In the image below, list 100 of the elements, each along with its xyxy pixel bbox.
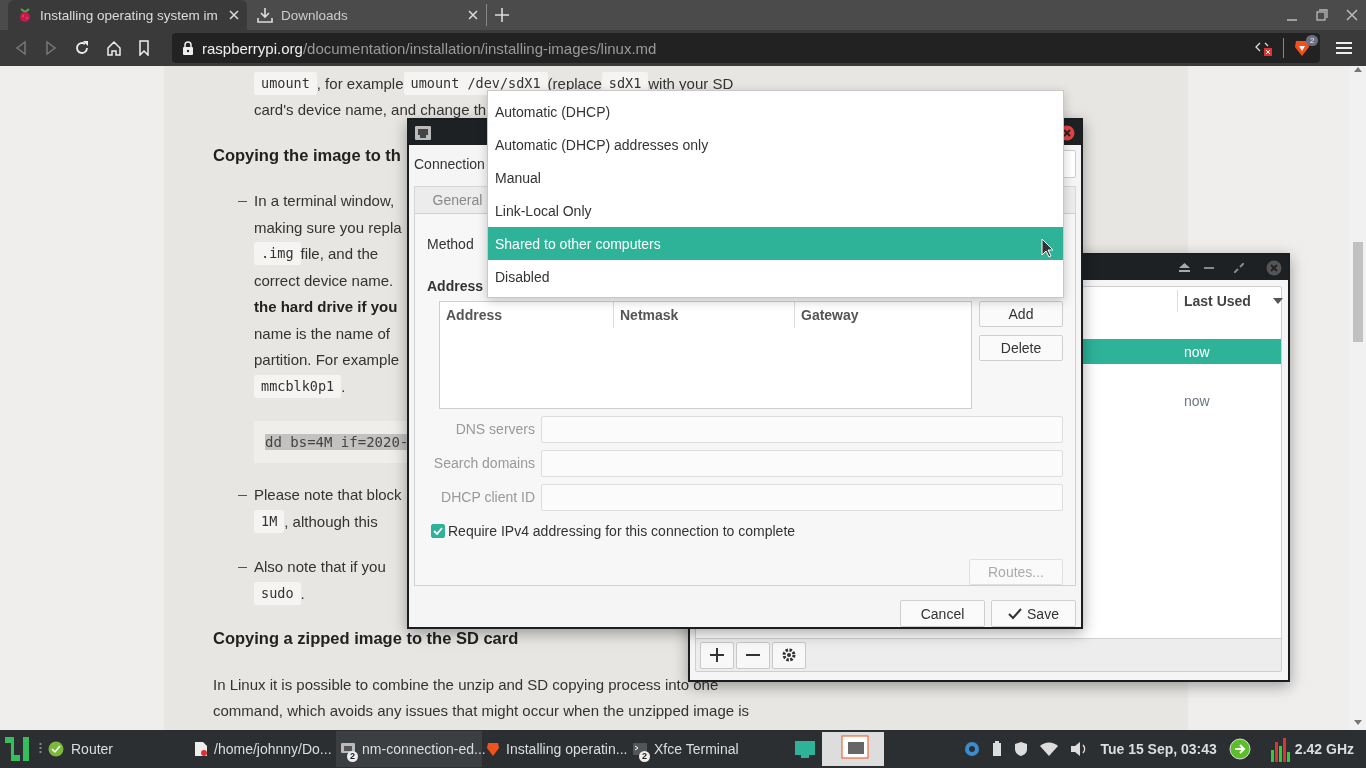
mouse-pointer-icon (1041, 238, 1054, 258)
battery-icon[interactable] (992, 741, 1003, 757)
bullet-dash (238, 494, 247, 496)
back-icon[interactable] (14, 40, 28, 56)
scroll-thumb[interactable] (1353, 242, 1363, 342)
task-label: Xfce Terminal (654, 741, 739, 757)
code-blocked-icon[interactable] (1255, 40, 1273, 56)
input-field[interactable] (541, 449, 1063, 477)
scroll-down-icon (1354, 720, 1362, 726)
cancel-button[interactable]: Cancel (900, 600, 985, 627)
update-icon[interactable] (1228, 738, 1251, 760)
download-icon (257, 7, 273, 23)
maximize-icon[interactable] (1234, 262, 1244, 273)
raspberry-icon (18, 7, 32, 23)
column-header[interactable]: Last Used (1177, 290, 1281, 312)
bullet-dash (238, 200, 247, 202)
last-used-cell-text: now (1183, 391, 1211, 411)
inline-code: sudo (254, 581, 301, 605)
tab-title: Installing operating system im (40, 7, 219, 23)
checkbox-label: Require IPv4 addressing for this connection to complete (448, 523, 796, 540)
ethernet-icon (415, 125, 431, 140)
field-label: Connection (414, 156, 485, 172)
bullet-dash (238, 566, 247, 568)
body-text: name is the name of (254, 324, 390, 342)
menu-item[interactable]: Disabled (488, 260, 1063, 293)
menu-icon[interactable] (1336, 41, 1352, 55)
shields-badge: 2 (1306, 35, 1319, 46)
table-button[interactable]: Delete (979, 334, 1063, 361)
clock[interactable]: Tue 15 Sep, 03:43 (1100, 741, 1217, 757)
task-label: nm-connection-ed... (362, 741, 486, 757)
body-text: Please note that block (254, 486, 402, 504)
taskbar-item[interactable]: 2 Xfce Terminal (628, 731, 775, 767)
tab-title: Downloads (281, 7, 349, 23)
body-text: correct device name. (254, 271, 394, 289)
save-button[interactable]: Save (991, 600, 1076, 627)
bold-text: the hard drive if you (254, 298, 398, 316)
sort-arrow-icon (1272, 298, 1283, 304)
body-text: Also note that if you (254, 558, 386, 576)
close-icon[interactable] (468, 10, 478, 20)
column-header: Netmask (613, 301, 794, 328)
body-text: command, which avoids any issues that might occur when the unzipped image is (213, 702, 750, 720)
maximize-icon[interactable] (1316, 9, 1328, 21)
body-text: file, and the (300, 245, 379, 263)
input-field[interactable] (541, 415, 1063, 443)
gear-icon (782, 648, 796, 662)
column-header: Address (445, 305, 504, 325)
task-label: Installing operatin... (506, 741, 628, 757)
taskbar-item[interactable]: 2 nm-connection-ed... (336, 731, 483, 767)
remove-button[interactable] (736, 641, 770, 669)
field-label: DNS servers (454, 421, 535, 437)
scrollbar[interactable] (1350, 66, 1366, 730)
taskbar-item[interactable]: /home/johnny/Do... (190, 731, 337, 767)
body-text: . (341, 377, 346, 395)
close-icon[interactable] (229, 10, 239, 20)
body-text: In a terminal window, (254, 192, 395, 210)
body-text: In Linux it is possible to combine the unzip and SD copying process into one (213, 675, 719, 693)
cpu-frequency: 2.42 GHz (1294, 741, 1354, 757)
cpu-graph-icon (1270, 736, 1291, 762)
reload-icon[interactable] (74, 40, 90, 56)
menu-logo-icon[interactable] (5, 737, 29, 761)
table-button[interactable]: Add (979, 300, 1063, 327)
code-text: dd bs=4M if=2020- (265, 433, 409, 450)
menu-item[interactable]: Automatic (DHCP) addresses only (488, 128, 1063, 161)
document-icon (194, 741, 209, 757)
launcher-label[interactable]: Router (71, 741, 114, 757)
home-icon[interactable] (106, 40, 122, 56)
steam-icon[interactable] (964, 741, 981, 757)
forward-icon[interactable] (44, 40, 58, 56)
new-tab-icon[interactable] (495, 8, 509, 22)
shade-icon[interactable] (1179, 263, 1190, 272)
body-text: (replace (547, 74, 602, 92)
inline-code: mmcblk0p1 (254, 374, 342, 398)
workspace-pager-icon[interactable] (822, 732, 885, 766)
handle-icon (39, 742, 42, 756)
wifi-icon[interactable] (1040, 742, 1059, 756)
last-used-cell-text: now (1183, 342, 1211, 362)
menu-item[interactable]: Automatic (DHCP) (488, 95, 1063, 128)
field-label: Search domains (432, 455, 535, 471)
column-header: Gateway (794, 301, 971, 328)
inline-code: 1M (254, 509, 285, 533)
body-text: . (300, 584, 305, 602)
add-button[interactable] (700, 641, 734, 669)
monitor-icon[interactable] (794, 740, 817, 758)
inline-code: .img (254, 242, 301, 266)
lock-icon (182, 41, 194, 55)
window-count-badge: 2 (347, 751, 359, 762)
browser-tab[interactable]: Installing operating system im (8, 0, 247, 30)
bookmark-icon[interactable] (138, 40, 150, 56)
shield-icon[interactable] (1014, 741, 1029, 757)
check-icon (1008, 607, 1023, 620)
settings-button[interactable] (772, 641, 806, 669)
body-text: , for example (316, 74, 404, 92)
checkbox[interactable] (431, 524, 445, 539)
inline-code: umount /dev/sdX1 (403, 71, 548, 95)
body-text: card's device name, and change th (254, 101, 487, 119)
body-text: making sure you repla (254, 218, 402, 236)
field-label: DHCP client ID (440, 489, 535, 505)
address-bar[interactable]: raspberrypi.org/documentation/installation/installing-images/linux.md 2 (172, 33, 1320, 63)
section-heading: Copying a zipped image to the SD card (213, 629, 519, 649)
input-field[interactable] (541, 483, 1063, 511)
